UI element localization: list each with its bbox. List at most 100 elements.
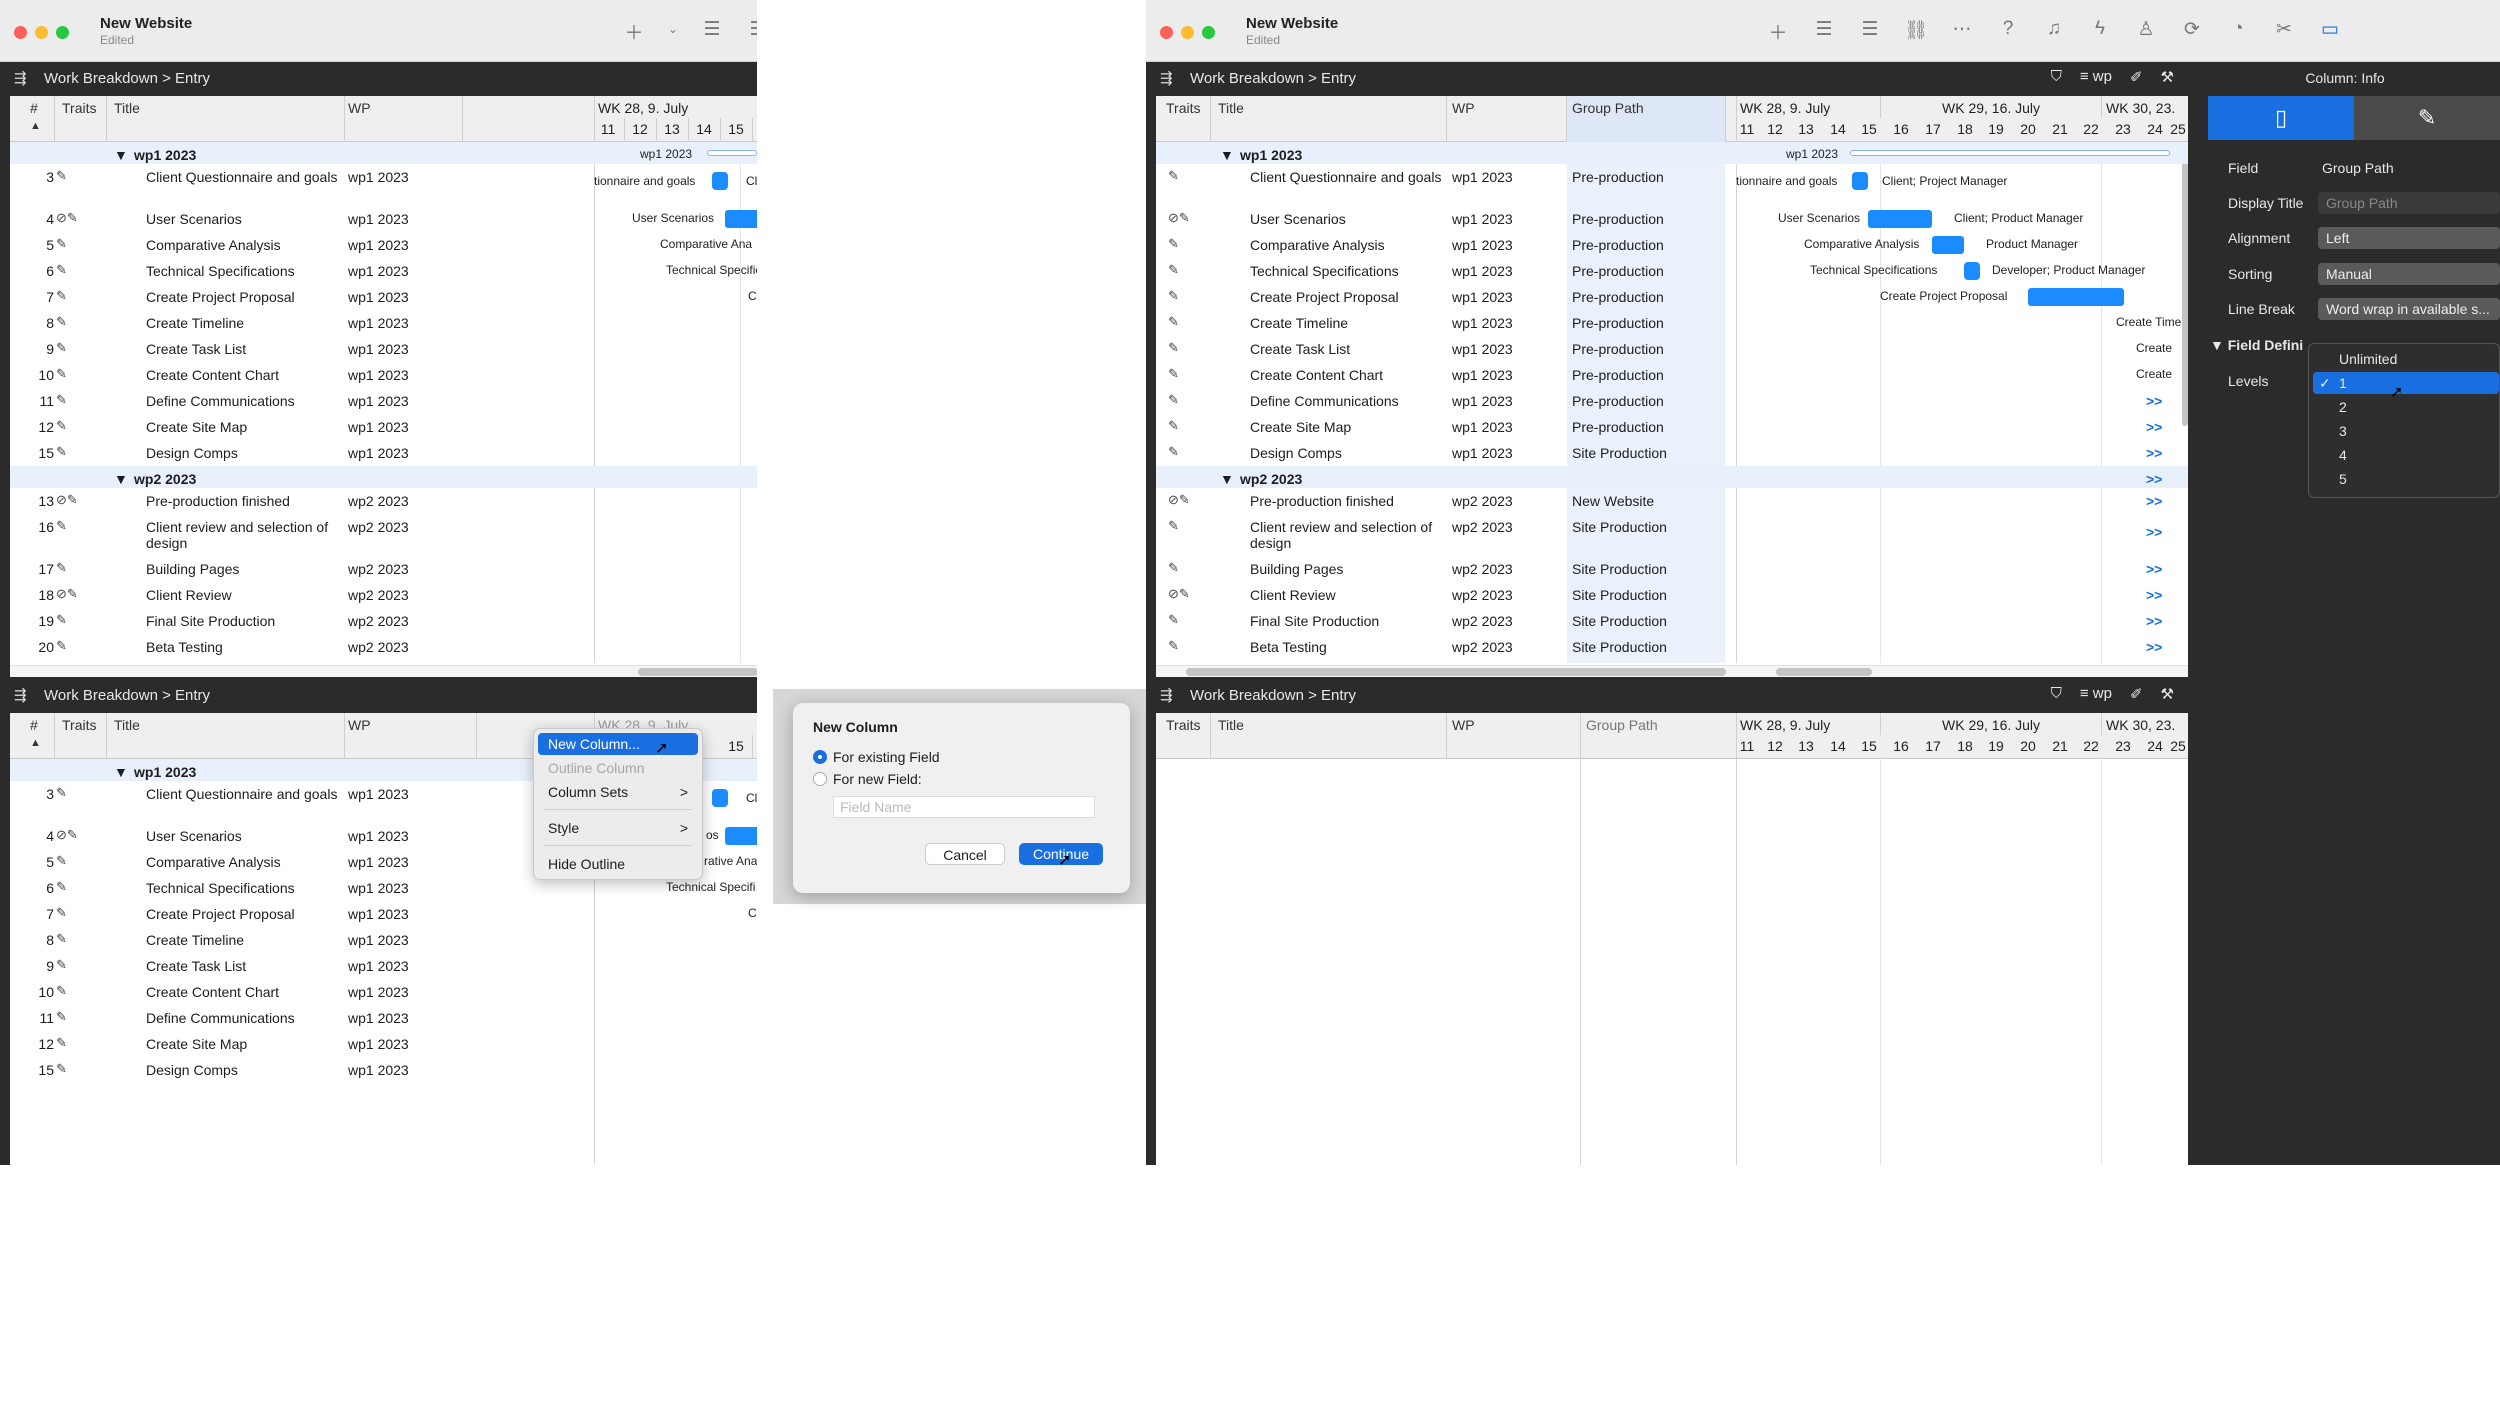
add-icon[interactable]: ＋ <box>622 18 646 45</box>
more-right-icon[interactable]: >> <box>2146 587 2162 603</box>
menu-style[interactable]: Style > <box>538 817 698 839</box>
more-right-icon[interactable]: >> <box>2146 613 2162 629</box>
horizontal-scrollbar[interactable] <box>10 665 757 677</box>
sorting-select[interactable]: Manual <box>2318 263 2500 285</box>
breadcrumb[interactable]: Work Breakdown > Entry <box>44 70 210 87</box>
col-num[interactable]: # <box>30 717 38 733</box>
person-icon[interactable]: ♙ <box>2134 18 2158 45</box>
disclosure-icon[interactable]: ▼ <box>114 471 128 487</box>
minimize-window-icon[interactable] <box>35 26 48 39</box>
levels-option[interactable]: 5 <box>2313 468 2499 490</box>
speed-icon[interactable]: ◔ <box>2226 18 2250 45</box>
refresh-icon[interactable]: ⟳ <box>2180 18 2204 45</box>
table-row[interactable]: 15 ✎ Design Comps wp1 2023 <box>10 440 757 466</box>
column-style-tab-icon[interactable]: ✎ <box>2354 96 2500 140</box>
table-row[interactable]: 11 ✎ Define Communications wp1 2023 <box>10 388 757 414</box>
column-info-tab-icon[interactable]: ▯ <box>2208 96 2354 140</box>
cancel-button[interactable]: Cancel <box>925 843 1005 865</box>
table-row[interactable]: 9 ✎ Create Task List wp1 2023 <box>10 953 757 979</box>
more-right-icon[interactable]: >> <box>2146 445 2162 461</box>
gantt-group-bar[interactable] <box>707 150 757 156</box>
col-wp[interactable]: WP <box>348 717 371 733</box>
col-title[interactable]: Title <box>1218 100 1244 116</box>
table-row[interactable]: ✎ Define Communications wp1 2023 Pre-pro… <box>1156 388 2188 414</box>
field-definition-section[interactable]: ▼ Field Defini <box>2210 337 2303 353</box>
indent-icon[interactable]: ☰ <box>1812 18 1836 45</box>
table-row[interactable]: 8 ✎ Create Timeline wp1 2023 <box>10 927 757 953</box>
table-row[interactable]: ✎ Create Project Proposal wp1 2023 Pre-p… <box>1156 284 2188 310</box>
table-row[interactable]: 10 ✎ Create Content Chart wp1 2023 <box>10 979 757 1005</box>
disclosure-icon[interactable]: ▼ <box>1220 471 1234 487</box>
table-row[interactable]: ✎ Create Timeline wp1 2023 Pre-productio… <box>1156 310 2188 336</box>
table-row[interactable]: ✎ Building Pages wp2 2023 Site Productio… <box>1156 556 2188 582</box>
table-row[interactable]: ✎ Client review and selection of design … <box>1156 514 2188 556</box>
gantt-bar[interactable] <box>2028 288 2124 306</box>
table-row[interactable]: 20 ✎ Beta Testing wp2 2023 <box>10 634 757 660</box>
col-wp[interactable]: WP <box>348 100 371 116</box>
alignment-select[interactable]: Left <box>2318 227 2500 249</box>
col-title[interactable]: Title <box>114 100 140 116</box>
sidebar-icon[interactable]: ▭ <box>2318 18 2342 45</box>
table-row[interactable]: ✎ Create Content Chart wp1 2023 Pre-prod… <box>1156 362 2188 388</box>
table-row[interactable]: 12 ✎ Create Site Map wp1 2023 <box>10 414 757 440</box>
gantt-bar[interactable] <box>725 210 757 228</box>
gantt-bar[interactable] <box>1852 172 1868 190</box>
table-row[interactable]: ✎ Client Questionnaire and goals wp1 202… <box>1156 164 2188 206</box>
brush-icon[interactable]: ✐ <box>2130 68 2143 86</box>
breadcrumb[interactable]: Work Breakdown > Entry <box>44 687 210 704</box>
col-traits[interactable]: Traits <box>62 100 96 116</box>
wrench-icon[interactable]: ⚒ <box>2161 685 2174 703</box>
table-row[interactable]: 5 ✎ Comparative Analysis wp1 2023 Compara… <box>10 232 757 258</box>
table-row[interactable]: ✎ Final Site Production wp2 2023 Site Pr… <box>1156 608 2188 634</box>
table-row[interactable]: 18 ⊘✎ Client Review wp2 2023 <box>10 582 757 608</box>
col-title[interactable]: Title <box>1218 717 1244 733</box>
outdent-icon[interactable]: ☰ <box>746 18 757 45</box>
col-num[interactable]: # <box>30 100 38 116</box>
disclosure-icon[interactable]: ▼ <box>1220 147 1234 163</box>
line-break-select[interactable]: Word wrap in available s... <box>2318 298 2500 320</box>
bell-icon[interactable]: ♫ <box>2042 18 2066 45</box>
horizontal-scrollbar[interactable] <box>1156 665 2188 677</box>
more-right-icon[interactable]: >> <box>2146 639 2162 655</box>
wrench-icon[interactable]: ⚒ <box>2161 68 2174 86</box>
levels-option[interactable]: ✓ 1 <box>2313 372 2499 394</box>
table-row[interactable]: 15 ✎ Design Comps wp1 2023 <box>10 1057 757 1083</box>
menu-hide-outline[interactable]: Hide Outline <box>538 853 698 875</box>
radio-new-field[interactable] <box>813 772 827 786</box>
gantt-bar[interactable] <box>1932 236 1964 254</box>
more-right-icon[interactable]: >> <box>2146 561 2162 577</box>
more-right-icon[interactable]: >> <box>2146 419 2162 435</box>
more-right-icon[interactable]: >> <box>2146 393 2162 409</box>
col-wp[interactable]: WP <box>1452 100 1475 116</box>
levels-option[interactable]: 3 <box>2313 420 2499 442</box>
col-group-path[interactable]: Group Path <box>1586 717 1658 733</box>
filter-icon[interactable]: ⛉ <box>2051 685 2062 703</box>
gantt-bar[interactable] <box>1868 210 1932 228</box>
table-row[interactable]: ✎ Technical Specifications wp1 2023 Pre-… <box>1156 258 2188 284</box>
table-row[interactable]: 9 ✎ Create Task List wp1 2023 <box>10 336 757 362</box>
col-wp[interactable]: WP <box>1452 717 1475 733</box>
more-icon[interactable]: ⋯ <box>1950 18 1974 45</box>
close-window-icon[interactable] <box>1160 26 1173 39</box>
levels-option[interactable]: 4 <box>2313 444 2499 466</box>
close-window-icon[interactable] <box>14 26 27 39</box>
wp-filter-button[interactable]: ≡ wp <box>2080 685 2112 703</box>
radio-existing-field[interactable] <box>813 750 827 764</box>
tools-icon[interactable]: ✂ <box>2272 18 2296 45</box>
zoom-window-icon[interactable] <box>1202 26 1215 39</box>
table-row[interactable]: ⊘✎ Client Review wp2 2023 Site Productio… <box>1156 582 2188 608</box>
table-row[interactable]: 7 ✎ Create Project Proposal wp1 2023 C <box>10 901 757 927</box>
table-row[interactable]: 7 ✎ Create Project Proposal wp1 2023 C <box>10 284 757 310</box>
table-row[interactable]: 4 ⊘✎ User Scenarios wp1 2023 User Scenari… <box>10 206 757 232</box>
more-right-icon[interactable]: >> <box>2146 493 2162 509</box>
table-row[interactable]: ✎ Create Site Map wp1 2023 Pre-productio… <box>1156 414 2188 440</box>
table-row[interactable]: 19 ✎ Final Site Production wp2 2023 <box>10 608 757 634</box>
table-row[interactable]: ✎ Design Comps wp1 2023 Site Production … <box>1156 440 2188 466</box>
table-row[interactable]: ✎ Beta Testing wp2 2023 Site Production … <box>1156 634 2188 660</box>
col-traits[interactable]: Traits <box>1166 717 1200 733</box>
table-row[interactable]: ✎ Create Task List wp1 2023 Pre-producti… <box>1156 336 2188 362</box>
table-row[interactable]: 11 ✎ Define Communications wp1 2023 <box>10 1005 757 1031</box>
col-group-path[interactable]: Group Path <box>1572 100 1644 116</box>
disclosure-icon[interactable]: ▼ <box>114 147 128 163</box>
indent-icon[interactable]: ☰ <box>700 18 724 45</box>
